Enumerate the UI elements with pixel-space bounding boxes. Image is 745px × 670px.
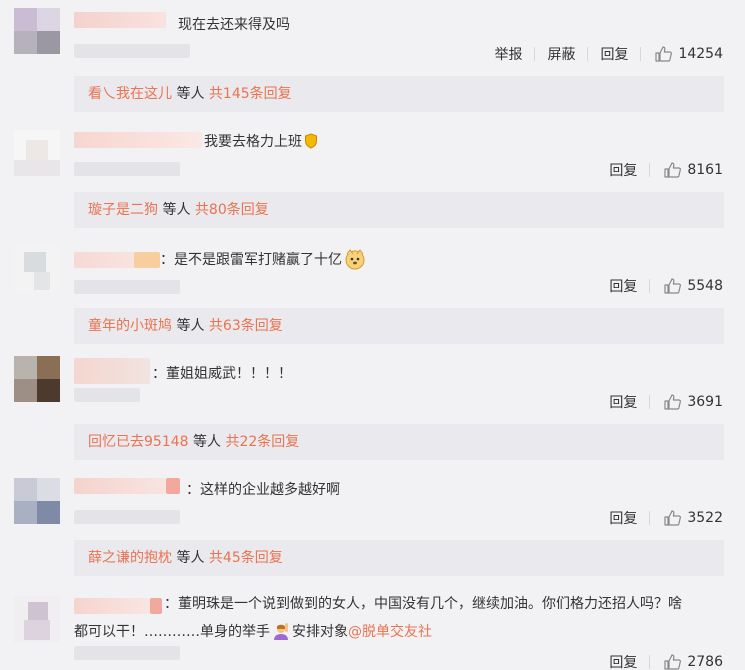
divider (649, 511, 651, 525)
divider (534, 47, 536, 61)
comment-actions: 回复 3522 (585, 508, 723, 528)
meta-blurred (74, 646, 180, 660)
reply-summary[interactable]: 看乀我在这儿 等人 共145条回复 (74, 76, 724, 112)
like-count: 14254 (678, 46, 723, 62)
reply-count-link[interactable]: 共45条回复 (209, 550, 283, 566)
username-blurred[interactable] (74, 132, 202, 148)
reply-mid-text: 等人 (172, 550, 209, 566)
reply-summary[interactable]: 薛之谦的抱枕 等人 共45条回复 (74, 540, 724, 576)
comment-actions: 回复 2786 (585, 652, 723, 670)
avatar[interactable] (14, 246, 60, 292)
comment-text: 我要去格力上班 (204, 132, 318, 152)
avatar[interactable] (14, 478, 60, 524)
reply-count-link[interactable]: 共63条回复 (209, 318, 283, 334)
like-button[interactable]: 14254 (655, 46, 723, 62)
person-raising-hand-emoji-icon (274, 623, 288, 640)
like-count: 3522 (687, 510, 723, 526)
comment-text-line1: ：董明珠是一个说到做到的女人，中国没有几个，继续加油。你们格力还招人吗？啥 (164, 596, 682, 612)
dog-face-emoji-icon (345, 249, 365, 270)
reply-button[interactable]: 回复 (609, 508, 637, 528)
badge-blurred (134, 252, 160, 268)
reply-button[interactable]: 回复 (600, 44, 628, 64)
divider (640, 47, 642, 61)
block-button[interactable]: 屏蔽 (547, 44, 575, 64)
thumbs-up-icon (664, 510, 682, 526)
meta-blurred (74, 44, 190, 58)
like-button[interactable]: 3691 (664, 394, 723, 410)
meta-blurred (74, 388, 140, 402)
like-count: 5548 (687, 278, 723, 294)
reply-user-link[interactable]: 回忆已去95148 (88, 434, 189, 450)
reply-summary[interactable]: 璇子是二狗 等人 共80条回复 (74, 192, 724, 228)
reply-button[interactable]: 回复 (609, 160, 637, 180)
like-count: 8161 (687, 162, 723, 178)
comment-text: ：董姐姐威武！！！！ (152, 366, 292, 382)
username-blurred[interactable] (74, 12, 166, 28)
like-button[interactable]: 3522 (664, 510, 723, 526)
reply-user-link[interactable]: 薛之谦的抱枕 (88, 550, 172, 566)
reply-mid-text: 等人 (158, 202, 195, 218)
comment-actions: 回复 5548 (585, 276, 723, 296)
divider (649, 395, 651, 409)
reply-mid-text: 等人 (172, 318, 209, 334)
username-blurred[interactable] (74, 598, 152, 614)
avatar[interactable] (14, 130, 60, 176)
thumbs-up-icon (655, 46, 673, 62)
comment-actions: 回复 8161 (585, 160, 723, 180)
badge-blurred (166, 478, 180, 494)
reply-user-link[interactable]: 璇子是二狗 (88, 202, 158, 218)
comment-text: ：是不是跟雷军打赌赢了十亿 (160, 248, 366, 270)
like-button[interactable]: 5548 (664, 278, 723, 294)
report-button[interactable]: 举报 (494, 44, 522, 64)
reply-mid-text: 等人 (188, 434, 226, 450)
thumbs-up-icon (664, 278, 682, 294)
meta-blurred (74, 162, 180, 176)
reply-count-link[interactable]: 共22条回复 (225, 434, 299, 450)
reply-summary[interactable]: 回忆已去95148 等人 共22条回复 (74, 424, 724, 460)
meta-blurred (74, 510, 180, 524)
divider (649, 279, 651, 293)
reply-user-link[interactable]: 看乀我在这儿 (88, 86, 172, 102)
comment-text: ：这样的企业越多越好啊 (186, 482, 340, 498)
comment-text-line2: 都可以干！…………单身的举手 安排对象@脱单交友社 (74, 623, 432, 640)
mention-link[interactable]: @脱单交友社 (348, 624, 432, 640)
avatar[interactable] (14, 596, 60, 642)
meta-blurred (74, 280, 180, 294)
shield-badge-icon (305, 133, 317, 149)
reply-count-link[interactable]: 共145条回复 (209, 86, 292, 102)
avatar[interactable] (14, 356, 60, 402)
like-count: 3691 (687, 394, 723, 410)
divider (587, 47, 589, 61)
divider (649, 163, 651, 177)
thumbs-up-icon (664, 394, 682, 410)
like-button[interactable]: 2786 (664, 654, 723, 670)
reply-count-link[interactable]: 共80条回复 (195, 202, 269, 218)
avatar[interactable] (14, 8, 60, 54)
like-button[interactable]: 8161 (664, 162, 723, 178)
comment-actions: 回复 3691 (585, 392, 723, 412)
reply-user-link[interactable]: 童年的小斑鸠 (88, 318, 172, 334)
like-count: 2786 (687, 654, 723, 670)
comment-actions: 举报 屏蔽 回复 14254 (470, 44, 723, 64)
thumbs-up-icon (664, 162, 682, 178)
thumbs-up-icon (664, 654, 682, 670)
divider (649, 655, 651, 669)
reply-button[interactable]: 回复 (609, 276, 637, 296)
username-blurred[interactable] (74, 358, 150, 384)
reply-button[interactable]: 回复 (609, 652, 637, 670)
username-blurred[interactable] (74, 478, 166, 494)
comment-text: 现在去还来得及吗 (178, 17, 290, 33)
reply-mid-text: 等人 (172, 86, 209, 102)
reply-summary[interactable]: 童年的小斑鸠 等人 共63条回复 (74, 308, 724, 344)
badge-blurred (150, 598, 162, 614)
reply-button[interactable]: 回复 (609, 392, 637, 412)
